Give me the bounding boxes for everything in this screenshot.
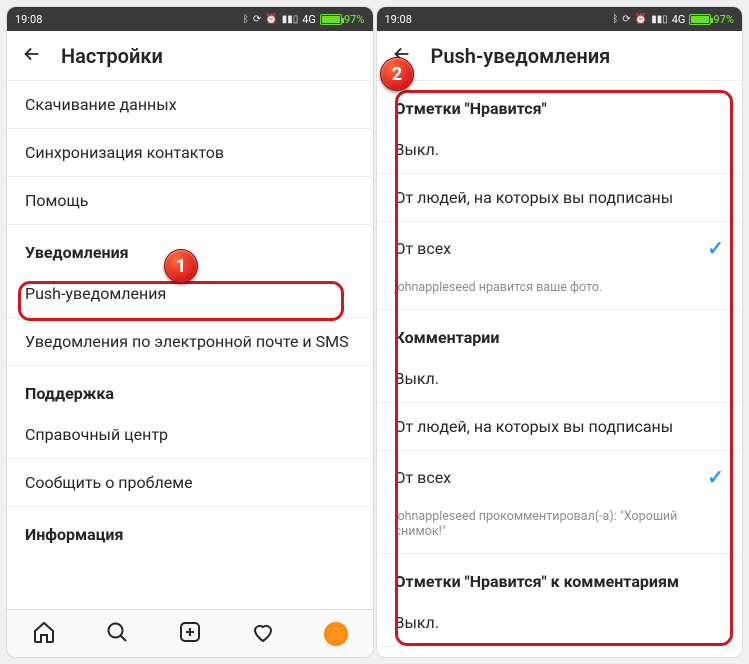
likes-option-off[interactable]: Выкл.	[377, 126, 743, 174]
network-type: 4G	[672, 13, 686, 26]
page-title: Push-уведомления	[431, 44, 611, 68]
battery-indicator: 97%	[689, 13, 734, 26]
signal-icon: ▮▮▯	[651, 14, 668, 25]
section-comments: Комментарии	[377, 310, 743, 355]
comments-option-off[interactable]: Выкл.	[377, 355, 743, 403]
sync-icon: ⟳	[622, 14, 630, 25]
network-type: 4G	[302, 13, 316, 26]
likes-option-following[interactable]: От людей, на которых вы подписаны	[377, 174, 743, 222]
alarm-icon: ⏰	[265, 14, 277, 25]
comments-hint: johnappleseed прокомментировал(-а): "Хор…	[377, 503, 743, 554]
callout-badge-1: 1	[164, 249, 198, 283]
search-icon[interactable]	[105, 620, 129, 648]
check-icon: ✓	[707, 465, 724, 489]
home-icon[interactable]	[32, 620, 56, 648]
likes-option-everyone[interactable]: От всех ✓	[377, 222, 743, 274]
item-email-sms[interactable]: Уведомления по электронной почте и SMS	[7, 318, 373, 366]
bluetooth-icon: ᛒ	[612, 14, 618, 25]
alarm-icon: ⏰	[635, 14, 647, 25]
bottom-nav	[7, 609, 373, 657]
item-help[interactable]: Помощь	[7, 177, 373, 225]
status-bar: 19:08 ᛒ ⟳ ⏰ ▮▮▯ 4G 97%	[377, 7, 743, 31]
battery-percent: 97%	[713, 13, 734, 26]
push-settings-list: Отметки "Нравится" Выкл. От людей, на ко…	[377, 81, 743, 657]
profile-icon[interactable]	[324, 622, 348, 646]
item-download-data[interactable]: Скачивание данных	[7, 81, 373, 129]
signal-icon: ▮▮▯	[282, 14, 299, 25]
comment-likes-option-off[interactable]: Выкл.	[377, 599, 743, 647]
activity-icon[interactable]	[251, 620, 275, 648]
section-likes: Отметки "Нравится"	[377, 81, 743, 126]
bluetooth-icon: ᛒ	[243, 14, 249, 25]
app-bar: Настройки	[7, 31, 373, 81]
item-sync-contacts[interactable]: Синхронизация контактов	[7, 129, 373, 177]
new-post-icon[interactable]	[178, 620, 202, 648]
likes-hint: johnappleseed нравится ваше фото.	[377, 274, 743, 310]
clock: 19:08	[385, 13, 412, 26]
sync-icon: ⟳	[253, 14, 261, 25]
callout-badge-2: 2	[380, 57, 414, 91]
comments-option-everyone[interactable]: От всех ✓	[377, 451, 743, 503]
item-help-center[interactable]: Справочный центр	[7, 411, 373, 459]
battery-percent: 97%	[344, 13, 365, 26]
check-icon: ✓	[707, 236, 724, 260]
section-support: Поддержка	[7, 366, 373, 411]
left-phone-screen: 19:08 ᛒ ⟳ ⏰ ▮▮▯ 4G 97% Настройки Скачива…	[6, 6, 374, 658]
comments-option-following[interactable]: От людей, на которых вы подписаны	[377, 403, 743, 451]
settings-list: Скачивание данных Синхронизация контакто…	[7, 81, 373, 609]
app-bar: Push-уведомления	[377, 31, 743, 81]
right-phone-screen: 19:08 ᛒ ⟳ ⏰ ▮▮▯ 4G 97% Push-уведомления …	[376, 6, 744, 658]
page-title: Настройки	[61, 44, 163, 68]
section-info: Информация	[7, 507, 373, 552]
back-icon[interactable]	[21, 43, 43, 69]
item-report-problem[interactable]: Сообщить о проблеме	[7, 459, 373, 507]
clock: 19:08	[15, 13, 42, 26]
status-bar: 19:08 ᛒ ⟳ ⏰ ▮▮▯ 4G 97%	[7, 7, 373, 31]
section-comment-likes: Отметки "Нравится" к комментариям	[377, 554, 743, 599]
battery-indicator: 97%	[320, 13, 365, 26]
